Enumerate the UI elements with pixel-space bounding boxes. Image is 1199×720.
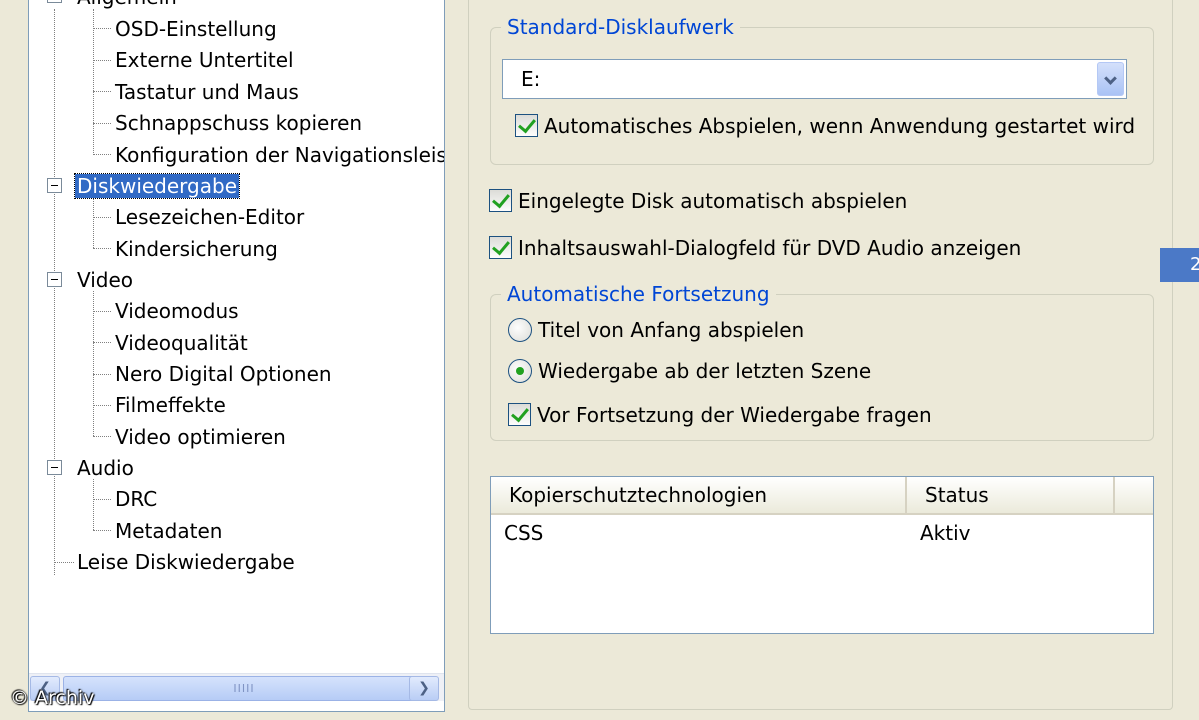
tree-item-label: DRC <box>115 487 158 511</box>
tree-line <box>93 217 111 218</box>
tree-item-leise-diskwiedergabe[interactable]: Leise Diskwiedergabe <box>75 548 297 576</box>
tree-item-label: Tastatur und Maus <box>115 80 299 104</box>
ask-before-resume-option[interactable]: Vor Fortsetzung der Wiedergabe fragen <box>508 401 932 429</box>
column-header-technology[interactable]: Kopierschutztechnologien <box>491 477 907 513</box>
drive-select[interactable]: E: <box>502 59 1127 99</box>
tree-item-videoqualitaet[interactable]: Videoqualität <box>113 329 250 357</box>
tree-item-label: Video <box>77 268 134 292</box>
column-header-status[interactable]: Status <box>907 477 1115 513</box>
table-header: Kopierschutztechnologien Status <box>491 477 1153 515</box>
side-tab[interactable]: 2 <box>1160 248 1199 282</box>
table-cell-technology: CSS <box>504 521 544 545</box>
dvd-audio-dialog-option[interactable]: Inhaltsauswahl-Dialogfeld für DVD Audio … <box>489 234 1021 262</box>
collapse-icon[interactable] <box>47 272 62 287</box>
tree-item-label: Lesezeichen-Editor <box>115 205 305 229</box>
tree-line <box>93 123 111 124</box>
tree-item-lesezeichen-editor[interactable]: Lesezeichen-Editor <box>113 203 306 231</box>
tree-item-label: Filmeffekte <box>115 393 226 417</box>
chevron-down-icon[interactable] <box>1097 62 1124 96</box>
tree-item-label: Videomodus <box>115 299 239 323</box>
tree-item-metadaten[interactable]: Metadaten <box>113 517 224 545</box>
tree-item-label: Allgemein <box>75 0 179 9</box>
ask-before-resume-checkbox[interactable] <box>508 403 531 426</box>
ask-before-resume-label: Vor Fortsetzung der Wiedergabe fragen <box>537 403 932 427</box>
drive-select-value: E: <box>521 67 541 91</box>
diskwiedergabe-settings-panel: Standard-Disklaufwerk E: Automatisches A… <box>468 0 1173 710</box>
resume-from-start-label: Titel von Anfang abspielen <box>538 318 805 342</box>
tree-item-externe-untertitel[interactable]: Externe Untertitel <box>113 46 296 74</box>
tree-item-diskwiedergabe[interactable]: Diskwiedergabe <box>74 172 240 200</box>
tree-line <box>93 374 111 375</box>
tree-line <box>93 60 111 61</box>
tree-item-label: Diskwiedergabe <box>74 173 240 199</box>
auto-resume-group-title: Automatische Fortsetzung <box>501 280 776 308</box>
tree-line <box>93 91 111 92</box>
tree-item-video-optimieren[interactable]: Video optimieren <box>113 423 288 451</box>
scrollbar-thumb[interactable]: IIIII <box>63 676 425 701</box>
dvd-audio-dialog-label: Inhaltsauswahl-Dialogfeld für DVD Audio … <box>518 236 1022 260</box>
tree-item-konfiguration-navigationsleiste[interactable]: Konfiguration der Navigationsleiste <box>113 141 445 169</box>
tree-line <box>93 291 94 436</box>
tree-line <box>54 562 74 563</box>
tree-line <box>54 9 55 575</box>
tree-line <box>93 499 111 500</box>
tree-line <box>93 9 94 153</box>
dvd-audio-dialog-checkbox[interactable] <box>489 236 512 259</box>
tree-item-label: Schnappschuss kopieren <box>115 111 363 135</box>
autoplay-inserted-checkbox[interactable] <box>489 189 512 212</box>
tree-item-drc[interactable]: DRC <box>113 485 159 513</box>
copy-protection-table[interactable]: Kopierschutztechnologien Status CSS Akti… <box>490 476 1154 634</box>
default-drive-group-title: Standard-Disklaufwerk <box>501 13 740 41</box>
tree-item-nero-digital-optionen[interactable]: Nero Digital Optionen <box>113 360 334 388</box>
autoplay-on-start-checkbox[interactable] <box>515 114 538 137</box>
resume-last-scene-radio[interactable] <box>508 359 532 383</box>
resume-from-start-option[interactable]: Titel von Anfang abspielen <box>508 316 804 344</box>
tree-item-label: OSD-Einstellung <box>115 17 277 41</box>
tree-item-kindersicherung[interactable]: Kindersicherung <box>113 235 280 263</box>
tree-item-tastatur-und-maus[interactable]: Tastatur und Maus <box>113 78 301 106</box>
tree-item-videomodus[interactable]: Videomodus <box>113 297 241 325</box>
tree-item-label: Kindersicherung <box>115 237 278 261</box>
tree-item-label: Leise Diskwiedergabe <box>77 550 295 574</box>
tree-item-label: Metadaten <box>115 519 223 543</box>
tree-item-schnappschuss-kopieren[interactable]: Schnappschuss kopieren <box>113 109 364 137</box>
table-cell-status: Aktiv <box>920 521 971 545</box>
collapse-icon[interactable] <box>47 0 62 3</box>
tree-item-label: Audio <box>77 456 134 480</box>
tree-item-label: Nero Digital Optionen <box>115 362 332 386</box>
tree-item-osd-einstellung[interactable]: OSD-Einstellung <box>113 15 279 43</box>
tree-line <box>93 28 111 29</box>
tree-line <box>93 198 94 248</box>
tree-item-audio[interactable]: Audio <box>75 454 136 482</box>
tree-line <box>93 405 111 406</box>
tree-item-label: Externe Untertitel <box>115 48 294 72</box>
tree-line <box>93 479 94 530</box>
autoplay-inserted-option[interactable]: Eingelegte Disk automatisch abspielen <box>489 187 907 215</box>
scroll-right-button[interactable]: ❯ <box>409 676 439 701</box>
tree-line <box>93 154 111 155</box>
tree-item-allgemein[interactable]: Allgemein <box>75 0 179 11</box>
resume-from-start-radio[interactable] <box>508 318 532 342</box>
autoplay-on-start-label: Automatisches Abspielen, wenn Anwendung … <box>544 114 1136 138</box>
tree-line <box>93 311 111 312</box>
collapse-icon[interactable] <box>47 178 62 193</box>
tree-item-video[interactable]: Video <box>75 266 135 294</box>
resume-last-scene-option[interactable]: Wiedergabe ab der letzten Szene <box>508 357 871 385</box>
autoplay-on-start-option[interactable]: Automatisches Abspielen, wenn Anwendung … <box>515 112 1135 140</box>
tree-item-label: Videoqualität <box>115 331 248 355</box>
tree-item-label: Konfiguration der Navigationsleiste <box>115 143 445 167</box>
auto-resume-group: Automatische Fortsetzung Titel von Anfan… <box>490 280 1154 441</box>
collapse-icon[interactable] <box>47 460 62 475</box>
default-drive-group: Standard-Disklaufwerk E: Automatisches A… <box>490 13 1154 165</box>
tree-line <box>93 248 111 249</box>
resume-last-scene-label: Wiedergabe ab der letzten Szene <box>538 359 872 383</box>
autoplay-inserted-label: Eingelegte Disk automatisch abspielen <box>518 189 908 213</box>
tree-line <box>93 342 111 343</box>
copyright-watermark: © Archiv <box>10 687 95 709</box>
tree-item-label: Video optimieren <box>115 425 286 449</box>
tree-line <box>93 436 111 437</box>
tree-item-filmeffekte[interactable]: Filmeffekte <box>113 391 228 419</box>
settings-tree[interactable]: Allgemein OSD-Einstellung Externe Untert… <box>28 0 445 712</box>
tree-line <box>93 530 111 531</box>
